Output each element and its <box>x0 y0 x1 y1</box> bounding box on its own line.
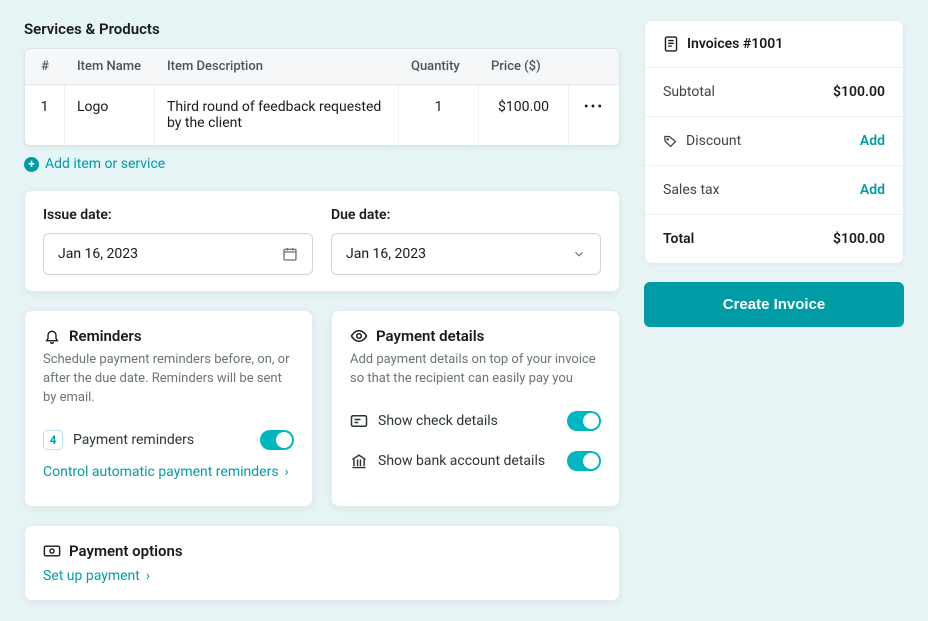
col-actions <box>569 49 619 85</box>
col-price: Price ($) <box>479 49 569 85</box>
payment-details-title: Payment details <box>376 327 484 345</box>
total-value: $100.00 <box>833 231 885 247</box>
chevron-right-icon: › <box>285 464 289 480</box>
reminders-title: Reminders <box>69 327 142 345</box>
chevron-down-icon <box>572 247 586 261</box>
create-invoice-button[interactable]: Create Invoice <box>644 282 904 327</box>
due-date-input[interactable]: Jan 16, 2023 <box>331 233 601 275</box>
reminders-count-badge: 4 <box>43 430 63 450</box>
invoice-icon <box>663 35 679 53</box>
cash-icon <box>43 542 61 560</box>
add-item-label: Add item or service <box>45 156 165 172</box>
table-row: 1 Logo Third round of feedback requested… <box>25 85 619 145</box>
tax-label: Sales tax <box>663 182 720 198</box>
setup-payment-link[interactable]: Set up payment › <box>43 568 150 584</box>
reminders-card: Reminders Schedule payment reminders bef… <box>24 310 313 507</box>
eye-icon <box>350 327 368 345</box>
calendar-icon <box>282 246 298 262</box>
invoice-number: Invoices #1001 <box>687 36 783 52</box>
plus-circle-icon: + <box>24 157 39 172</box>
bell-icon <box>43 327 61 345</box>
col-qty: Quantity <box>399 49 479 85</box>
issue-date-value: Jan 16, 2023 <box>58 246 138 262</box>
payment-details-desc: Add payment details on top of your invoi… <box>350 351 601 389</box>
due-date-value: Jan 16, 2023 <box>346 246 426 262</box>
col-desc: Item Description <box>155 49 399 85</box>
check-details-label: Show check details <box>378 413 498 429</box>
bank-details-toggle[interactable] <box>567 451 601 471</box>
tag-icon <box>663 134 678 149</box>
issue-date-input[interactable]: Jan 16, 2023 <box>43 233 313 275</box>
payment-options-title: Payment options <box>69 542 183 560</box>
reminders-desc: Schedule payment reminders before, on, o… <box>43 351 294 408</box>
due-date-label: Due date: <box>331 207 601 223</box>
chevron-right-icon: › <box>146 568 150 584</box>
col-num: # <box>25 49 65 85</box>
cell-qty: 1 <box>399 85 479 145</box>
control-reminders-link[interactable]: Control automatic payment reminders › <box>43 464 289 480</box>
payment-details-card: Payment details Add payment details on t… <box>331 310 620 507</box>
cell-num: 1 <box>25 85 65 145</box>
payment-options-card: Payment options Set up payment › <box>24 525 620 601</box>
discount-label: Discount <box>686 133 741 149</box>
invoice-summary: Invoices #1001 Subtotal $100.00 Discount… <box>644 20 904 264</box>
cell-name: Logo <box>65 85 155 145</box>
services-title: Services & Products <box>24 20 620 38</box>
cell-price: $100.00 <box>479 85 569 145</box>
check-icon <box>350 414 368 428</box>
payment-reminders-toggle[interactable] <box>260 430 294 450</box>
bank-details-label: Show bank account details <box>378 453 545 469</box>
subtotal-label: Subtotal <box>663 84 715 100</box>
setup-payment-label: Set up payment <box>43 568 140 584</box>
control-reminders-label: Control automatic payment reminders <box>43 464 279 480</box>
add-discount-button[interactable]: Add <box>860 133 885 149</box>
bank-icon <box>350 453 368 469</box>
cell-desc: Third round of feedback requested by the… <box>155 85 399 145</box>
col-name: Item Name <box>65 49 155 85</box>
payment-reminders-label: Payment reminders <box>73 432 194 448</box>
add-item-button[interactable]: + Add item or service <box>24 156 165 172</box>
subtotal-value: $100.00 <box>833 84 885 100</box>
total-label: Total <box>663 231 694 247</box>
row-actions-button[interactable]: ••• <box>569 85 619 145</box>
check-details-toggle[interactable] <box>567 411 601 431</box>
issue-date-label: Issue date: <box>43 207 313 223</box>
dates-card: Issue date: Jan 16, 2023 Due date: Jan 1… <box>24 190 620 292</box>
items-table: # Item Name Item Description Quantity Pr… <box>24 48 620 146</box>
add-tax-button[interactable]: Add <box>860 182 885 198</box>
